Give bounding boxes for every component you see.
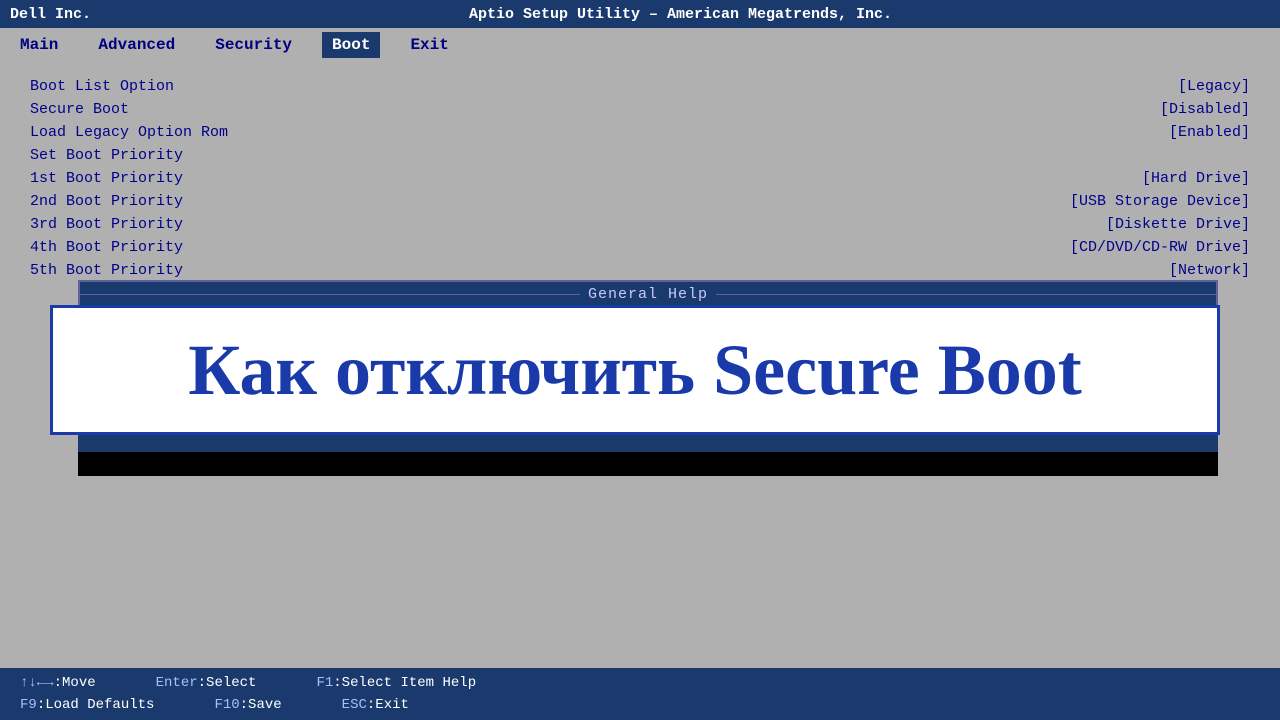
status-key: F1 (316, 675, 333, 691)
overlay-banner: Как отключить Secure Boot (50, 305, 1220, 435)
status-row-1: ↑↓←→:Move Enter:Select F1:Select Item Help (20, 675, 1260, 691)
bios-row: Load Legacy Option Rom [Enabled] (30, 122, 1250, 143)
help-title: General Help (588, 286, 708, 303)
bios-value: [Hard Drive] (1142, 170, 1250, 187)
status-label: :Select (198, 675, 257, 691)
status-key: F10 (214, 697, 239, 713)
bios-value: [CD/DVD/CD-RW Drive] (1070, 239, 1250, 256)
status-item: F1:Select Item Help (316, 675, 476, 691)
status-item: F9:Load Defaults (20, 697, 154, 713)
bios-row[interactable]: 3rd Boot Priority [Diskette Drive] (30, 214, 1250, 235)
nav-bar: Main Advanced Security Boot Exit (0, 28, 1280, 62)
bios-row[interactable]: 1st Boot Priority [Hard Drive] (30, 168, 1250, 189)
bios-content: Boot List Option [Legacy] Secure Boot [Disa… (0, 62, 1280, 297)
bios-row: Secure Boot [Disabled] (30, 99, 1250, 120)
blue-stripe (78, 432, 1218, 452)
status-item: ↑↓←→:Move (20, 675, 96, 691)
status-label: :Select Item Help (333, 675, 476, 691)
status-key: ESC (342, 697, 367, 713)
status-label: :Exit (367, 697, 409, 713)
status-item: ESC:Exit (342, 697, 409, 713)
bios-value: [Diskette Drive] (1106, 216, 1250, 233)
nav-advanced[interactable]: Advanced (88, 32, 185, 58)
bios-row: Set Boot Priority (30, 145, 1250, 166)
bios-row[interactable]: 2nd Boot Priority [USB Storage Device] (30, 191, 1250, 212)
bios-value: [Legacy] (1178, 78, 1250, 95)
bios-label: 5th Boot Priority (30, 262, 430, 279)
nav-main[interactable]: Main (10, 32, 68, 58)
bios-row[interactable]: 5th Boot Priority [Network] (30, 260, 1250, 281)
bios-row[interactable]: 4th Boot Priority [CD/DVD/CD-RW Drive] (30, 237, 1250, 258)
nav-security[interactable]: Security (205, 32, 302, 58)
bios-row: Boot List Option [Legacy] (30, 76, 1250, 97)
status-label: :Move (54, 675, 96, 691)
header-bar: Dell Inc. Aptio Setup Utility – American… (0, 0, 1280, 28)
bios-label: Boot List Option (30, 78, 430, 95)
bios-label: Secure Boot (30, 101, 430, 118)
status-key: F9 (20, 697, 37, 713)
vendor-name: Dell Inc. (10, 6, 91, 23)
status-row-2: F9:Load Defaults F10:Save ESC:Exit (20, 697, 1260, 713)
bios-value: [Disabled] (1160, 101, 1250, 118)
black-stripe (78, 452, 1218, 476)
status-item: Enter:Select (156, 675, 257, 691)
status-bar: ↑↓←→:Move Enter:Select F1:Select Item Help… (0, 668, 1280, 720)
overlay-text: Как отключить Secure Boot (188, 329, 1081, 412)
bios-label: 2nd Boot Priority (30, 193, 430, 210)
bios-label: Set Boot Priority (30, 147, 430, 164)
title-line-left (80, 294, 580, 295)
nav-boot[interactable]: Boot (322, 32, 380, 58)
bios-label: 4th Boot Priority (30, 239, 430, 256)
bios-value: [Network] (1169, 262, 1250, 279)
status-key: ↑↓←→ (20, 675, 54, 691)
status-key: Enter (156, 675, 198, 691)
status-item: F10:Save (214, 697, 281, 713)
bios-label: Load Legacy Option Rom (30, 124, 430, 141)
bios-label: 1st Boot Priority (30, 170, 430, 187)
utility-title: Aptio Setup Utility – American Megatrend… (91, 6, 1270, 23)
title-line-right (716, 294, 1216, 295)
status-label: :Save (240, 697, 282, 713)
bios-label: 3rd Boot Priority (30, 216, 430, 233)
status-label: :Load Defaults (37, 697, 155, 713)
bios-value: [Enabled] (1169, 124, 1250, 141)
nav-exit[interactable]: Exit (400, 32, 458, 58)
bios-value: [USB Storage Device] (1070, 193, 1250, 210)
